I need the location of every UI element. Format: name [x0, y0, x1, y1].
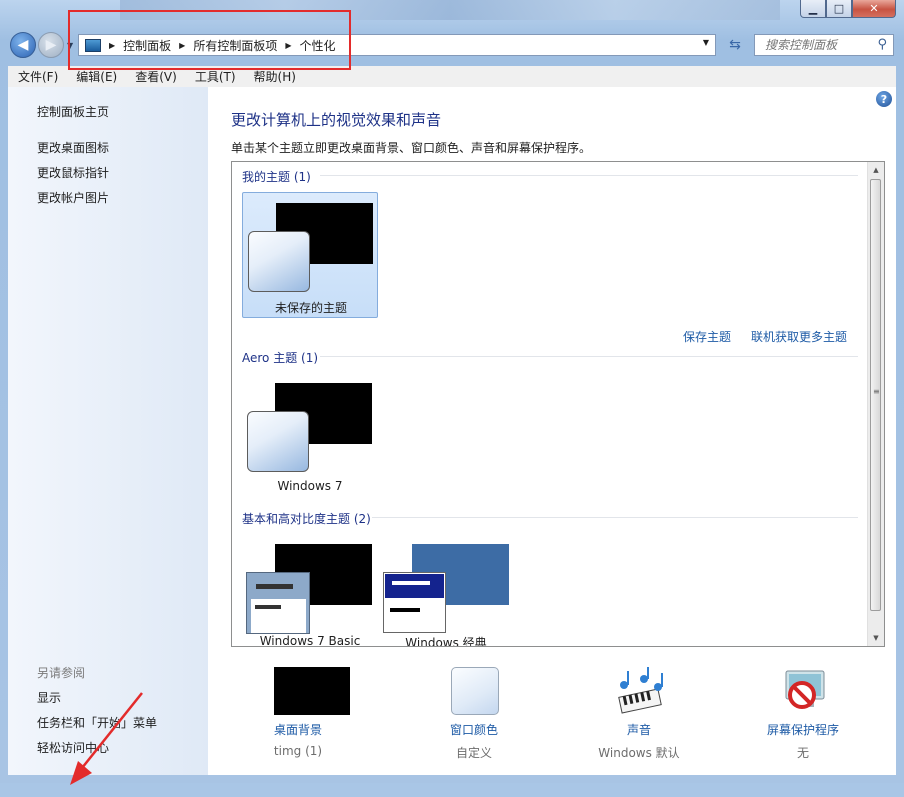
sidebar-link-ease-of-access[interactable]: 轻松访问中心	[37, 739, 109, 756]
sidebar-link-home[interactable]: 控制面板主页	[37, 103, 109, 120]
scroll-thumb[interactable]: ≡	[870, 179, 881, 611]
sidebar-link-taskbar[interactable]: 任务栏和「开始」菜单	[37, 714, 157, 731]
maximize-button[interactable]: □	[826, 0, 852, 18]
breadcrumb-separator-icon[interactable]: ▶	[109, 41, 115, 50]
page-description: 单击某个主题立即更改桌面背景、窗口颜色、声音和屏幕保护程序。	[231, 141, 592, 155]
menu-edit[interactable]: 编辑(E)	[66, 68, 125, 85]
window-frame: ▁ □ ✕ ◀ ▶ ▼ ▶ 控制面板 ▶ 所有控制面板项 ▶ 个性化 ▼ ⇆ ⚲…	[0, 0, 904, 785]
minimize-button[interactable]: ▁	[800, 0, 826, 18]
menu-view[interactable]: 查看(V)	[125, 68, 185, 85]
music-notes-icon	[618, 667, 663, 714]
search-icon[interactable]: ⚲	[877, 37, 887, 52]
sidebar-link-display[interactable]: 显示	[37, 689, 61, 706]
see-also-heading: 另请参阅	[37, 666, 86, 680]
breadcrumb-all-items[interactable]: 所有控制面板项	[193, 37, 277, 54]
menu-bar: 文件(F) 编辑(E) 查看(V) 工具(T) 帮助(H)	[8, 66, 896, 88]
menu-file[interactable]: 文件(F)	[8, 68, 66, 85]
setting-label[interactable]: 声音	[574, 721, 704, 738]
gallery-scrollbar[interactable]: ▲ ≡ ▼	[867, 162, 884, 646]
menu-tools[interactable]: 工具(T)	[185, 68, 244, 85]
menu-help[interactable]: 帮助(H)	[244, 68, 304, 85]
setting-value: 自定义	[455, 746, 492, 760]
theme-name: Windows 7 Basic	[259, 634, 361, 647]
setting-label[interactable]: 屏幕保护程序	[738, 721, 868, 738]
forward-icon[interactable]: ▶	[38, 32, 64, 58]
theme-gallery: 我的主题 (1) 未保存的主题 保存主题 联机获取更多主题 Aero 主题 (1…	[231, 161, 885, 647]
setting-value: 无	[796, 746, 809, 760]
theme-window-preview	[246, 572, 310, 634]
group-divider	[372, 517, 858, 518]
theme-unsaved[interactable]: 未保存的主题	[242, 192, 378, 318]
nav-buttons: ◀ ▶ ▼	[10, 32, 73, 58]
theme-windows7[interactable]: Windows 7	[242, 373, 378, 499]
group-divider	[320, 175, 858, 176]
sidebar-link-desktop-icons[interactable]: 更改桌面图标	[37, 139, 109, 156]
window-color-preview	[451, 667, 499, 715]
back-icon[interactable]: ◀	[10, 32, 36, 58]
sidebar-link-account-picture[interactable]: 更改帐户图片	[37, 189, 109, 206]
setting-label[interactable]: 窗口颜色	[409, 721, 539, 738]
setting-value: timg (1)	[273, 744, 323, 758]
breadcrumb: 控制面板 ▶ 所有控制面板项 ▶ 个性化	[123, 37, 335, 54]
theme-name: 未保存的主题	[274, 301, 347, 315]
desktop-background-preview	[274, 667, 350, 715]
caption-buttons: ▁ □ ✕	[800, 0, 896, 18]
group-header-basic: 基本和高对比度主题 (2)	[242, 512, 371, 526]
theme-window-preview	[248, 231, 310, 292]
refresh-icon[interactable]: ⇆	[722, 34, 748, 56]
breadcrumb-separator-icon[interactable]: ▶	[285, 41, 291, 50]
taskbar-blur	[120, 0, 780, 20]
scroll-up-icon[interactable]: ▲	[868, 162, 884, 178]
scroll-down-icon[interactable]: ▼	[868, 630, 884, 646]
theme-name: Windows 经典	[405, 636, 487, 647]
search-box[interactable]: ⚲	[754, 34, 894, 56]
history-dropdown-icon[interactable]: ▼	[67, 41, 73, 50]
close-button[interactable]: ✕	[852, 0, 896, 18]
help-icon[interactable]: ?	[876, 91, 892, 107]
content-area: 控制面板主页 更改桌面图标 更改鼠标指针 更改帐户图片 另请参阅 显示 任务栏和…	[8, 87, 896, 785]
get-more-themes-link[interactable]: 联机获取更多主题	[751, 328, 847, 345]
breadcrumb-separator-icon[interactable]: ▶	[179, 41, 185, 50]
screensaver-icon	[785, 670, 825, 709]
breadcrumb-control-panel[interactable]: 控制面板	[123, 37, 171, 54]
theme-windows7-basic[interactable]: Windows 7 Basic	[242, 534, 378, 647]
sidebar-link-mouse-pointer[interactable]: 更改鼠标指针	[37, 164, 109, 181]
setting-label[interactable]: 桌面背景	[233, 721, 363, 738]
sidebar: 控制面板主页 更改桌面图标 更改鼠标指针 更改帐户图片 另请参阅 显示 任务栏和…	[8, 87, 208, 775]
theme-window-preview	[247, 411, 309, 472]
group-header-my-themes: 我的主题 (1)	[242, 170, 311, 184]
control-panel-icon	[85, 38, 101, 52]
group-header-aero: Aero 主题 (1)	[242, 351, 319, 365]
theme-windows-classic[interactable]: Windows 经典	[378, 534, 514, 647]
page-title: 更改计算机上的视觉效果和声音	[231, 111, 442, 129]
search-input[interactable]	[763, 37, 877, 53]
address-dropdown-icon[interactable]: ▼	[703, 38, 709, 47]
address-bar[interactable]: ▶ 控制面板 ▶ 所有控制面板项 ▶ 个性化 ▼	[78, 34, 716, 56]
breadcrumb-personalization[interactable]: 个性化	[300, 37, 336, 54]
setting-value: Windows 默认	[598, 746, 680, 760]
theme-window-preview	[383, 572, 446, 633]
save-theme-link[interactable]: 保存主题	[683, 328, 731, 345]
theme-name: Windows 7	[277, 479, 343, 493]
group-divider	[320, 356, 858, 357]
